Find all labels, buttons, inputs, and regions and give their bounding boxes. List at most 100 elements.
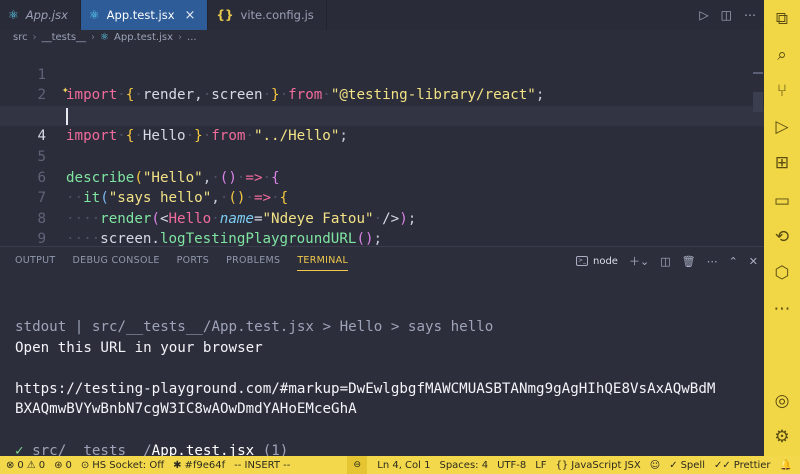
code-line: 2 import·{·describe,·it·}·from·"vitest"; <box>0 65 764 124</box>
code-line-current: 4 <box>0 105 764 144</box>
search-icon[interactable]: ⌕ <box>764 40 800 70</box>
gear-icon[interactable]: ⚙ <box>764 422 800 452</box>
tab-ports[interactable]: PORTS <box>177 255 209 271</box>
prettier-label: Prettier <box>733 459 771 471</box>
playground-url-line[interactable]: https://testing-playground.com/#markup=D… <box>15 379 760 400</box>
close-icon[interactable]: × <box>185 8 196 23</box>
broadcast-icon: ⊙ <box>80 459 90 471</box>
react-icon: ⚛ <box>88 8 100 22</box>
ports-count: 0 <box>65 459 72 471</box>
hs-socket-indicator[interactable]: ⊙ HS Socket: Off <box>81 460 164 471</box>
tab-vite-config-js[interactable]: {} vite.config.js <box>208 0 327 30</box>
code-line: 9 ··}); <box>0 209 764 268</box>
activity-bar: ⧉ ⌕ ⑂ ▷ ⊞ ▭ ⟲ ⬡ ⋯ ◎ ⚙ <box>764 0 800 456</box>
notifications-icon[interactable]: 🔔 <box>780 460 792 471</box>
timeline-icon[interactable]: ⟲ <box>764 222 800 252</box>
terminal-line: stdout | src/__tests__/App.test.jsx > He… <box>15 317 760 338</box>
account-icon[interactable]: ◎ <box>764 386 800 416</box>
warning-icon: ⚠ <box>26 459 36 471</box>
code-line: 7 ····render(<Hello·name="Ndeye Fatou"·/… <box>0 168 764 227</box>
error-icon: ⊗ <box>6 459 15 471</box>
remote-explorer-icon[interactable]: ▭ <box>764 186 800 216</box>
end-of-line[interactable]: LF <box>535 460 546 471</box>
status-right: ⊖ Ln 4, Col 1 Spaces: 4 UTF-8 LF {} Java… <box>347 456 792 474</box>
explorer-icon[interactable]: ⧉ <box>764 4 800 34</box>
code-line: 8 ····screen.logTestingPlaygroundURL(); <box>0 188 764 248</box>
breadcrumb-tests[interactable]: __tests__ <box>42 32 86 43</box>
copilot-icon[interactable]: ☺ <box>650 460 660 471</box>
indentation[interactable]: Spaces: 4 <box>439 460 488 471</box>
terminal-icon: >_ <box>576 256 588 266</box>
code-line: 1 import·{·render,·screen·}·from·"@testi… <box>0 44 764 104</box>
sparkle-icon[interactable]: ✦ <box>62 80 69 101</box>
breadcrumb-file[interactable]: App.test.jsx <box>114 32 173 43</box>
chevron-right-icon: › <box>91 31 96 43</box>
tab-label: App.test.jsx <box>106 8 175 22</box>
spell-label: Spell <box>680 459 705 471</box>
tab-debug-console[interactable]: DEBUG CONSOLE <box>73 255 160 271</box>
warning-count: 0 <box>38 459 46 471</box>
code-line: 6 ··it("says hello",·()·=>·{ <box>0 147 764 207</box>
double-check-icon: ✓✓ <box>713 459 731 471</box>
spell-indicator[interactable]: ✓ Spell <box>669 460 705 471</box>
terminal-selector[interactable]: >_ node <box>576 256 618 267</box>
split-editor-icon[interactable]: ◫ <box>721 8 732 22</box>
palette-icon: ✱ <box>173 459 182 471</box>
tab-problems[interactable]: PROBLEMS <box>226 255 280 271</box>
code-editor[interactable]: 1 import·{·render,·screen·}·from·"@testi… <box>0 44 764 289</box>
run-debug-icon[interactable]: ▷ <box>764 112 800 142</box>
run-icon[interactable]: ▷ <box>699 8 708 22</box>
tab-app-jsx[interactable]: ⚛ App.jsx <box>0 0 81 30</box>
problems-indicator[interactable]: ⊗ 0 ⚠ 0 <box>6 460 45 471</box>
maximize-panel-icon[interactable]: ⌃ <box>729 255 738 268</box>
add-terminal-icon[interactable]: ＋⌄ <box>629 253 649 269</box>
more-actions-icon[interactable]: ⋯ <box>744 8 756 22</box>
scrollbar-marker <box>753 72 763 74</box>
zoom-icon[interactable]: ⊖ <box>347 456 368 474</box>
language-mode[interactable]: {} JavaScript JSX <box>556 460 641 471</box>
stdout-label: stdout <box>15 319 67 335</box>
split-terminal-icon[interactable]: ◫ <box>660 255 670 268</box>
prettier-indicator[interactable]: ✓✓ Prettier <box>714 460 771 471</box>
trash-icon[interactable]: 🗑 <box>682 255 696 268</box>
react-icon: ⚛ <box>8 8 19 22</box>
package-icon[interactable]: ⬡ <box>764 258 800 288</box>
tab-output[interactable]: OUTPUT <box>15 255 56 271</box>
editor-scrollbar[interactable] <box>753 44 763 246</box>
close-panel-icon[interactable]: ✕ <box>749 255 758 268</box>
tab-terminal[interactable]: TERMINAL <box>297 255 349 271</box>
color-value: #f9e64f <box>184 459 226 471</box>
ports-icon: ⊛ <box>54 459 63 471</box>
extensions-icon[interactable]: ⊞ <box>764 148 800 178</box>
color-indicator[interactable]: ✱ #f9e64f <box>173 460 225 471</box>
code-line: 3 import·{·Hello·}·from·"../Hello"; ✦ <box>0 83 764 144</box>
more-icon[interactable]: ⋯ <box>764 294 800 324</box>
tab-app-test-jsx[interactable]: ⚛ App.test.jsx × <box>80 0 209 30</box>
terminal-output[interactable]: stdout | src/__tests__/App.test.jsx > He… <box>15 317 760 461</box>
js-icon: {} <box>216 8 234 22</box>
more-actions-icon[interactable]: ⋯ <box>707 255 718 268</box>
breadcrumb-symbol[interactable]: ... <box>187 32 197 43</box>
editor-actions: ▷ ◫ ⋯ <box>699 0 756 30</box>
stdout-path: | src/__tests__/App.test.jsx > Hello > s… <box>66 319 494 335</box>
cursor-position[interactable]: Ln 4, Col 1 <box>377 460 430 471</box>
playground-url-line[interactable]: BXAQmwBVYwBnbN7cgW3IC8wAOwDmdYAHoEMceGhA <box>15 399 760 420</box>
source-control-icon[interactable]: ⑂ <box>764 76 800 106</box>
editor-tab-bar: ⚛ App.jsx ⚛ App.test.jsx × {} vite.confi… <box>0 0 764 30</box>
error-count: 0 <box>17 459 24 471</box>
breadcrumb-src[interactable]: src <box>13 32 28 43</box>
text-cursor <box>66 107 68 125</box>
tab-label: App.jsx <box>25 8 68 22</box>
vim-mode: -- INSERT -- <box>234 459 291 471</box>
status-left: ⊗ 0 ⚠ 0 ⊛ 0 ⊙ HS Socket: Off ✱ #f9e64f -… <box>0 460 299 471</box>
terminal-line: Open this URL in your browser <box>15 339 263 356</box>
ports-indicator[interactable]: ⊛ 0 <box>54 460 72 471</box>
check-icon: ✓ <box>669 459 678 471</box>
terminal-shell-name: node <box>593 255 618 267</box>
bottom-panel: OUTPUT DEBUG CONSOLE PORTS PROBLEMS TERM… <box>0 246 764 459</box>
encoding[interactable]: UTF-8 <box>497 460 526 471</box>
scrollbar-thumb[interactable] <box>753 92 763 112</box>
panel-tabs: OUTPUT DEBUG CONSOLE PORTS PROBLEMS TERM… <box>15 255 349 271</box>
